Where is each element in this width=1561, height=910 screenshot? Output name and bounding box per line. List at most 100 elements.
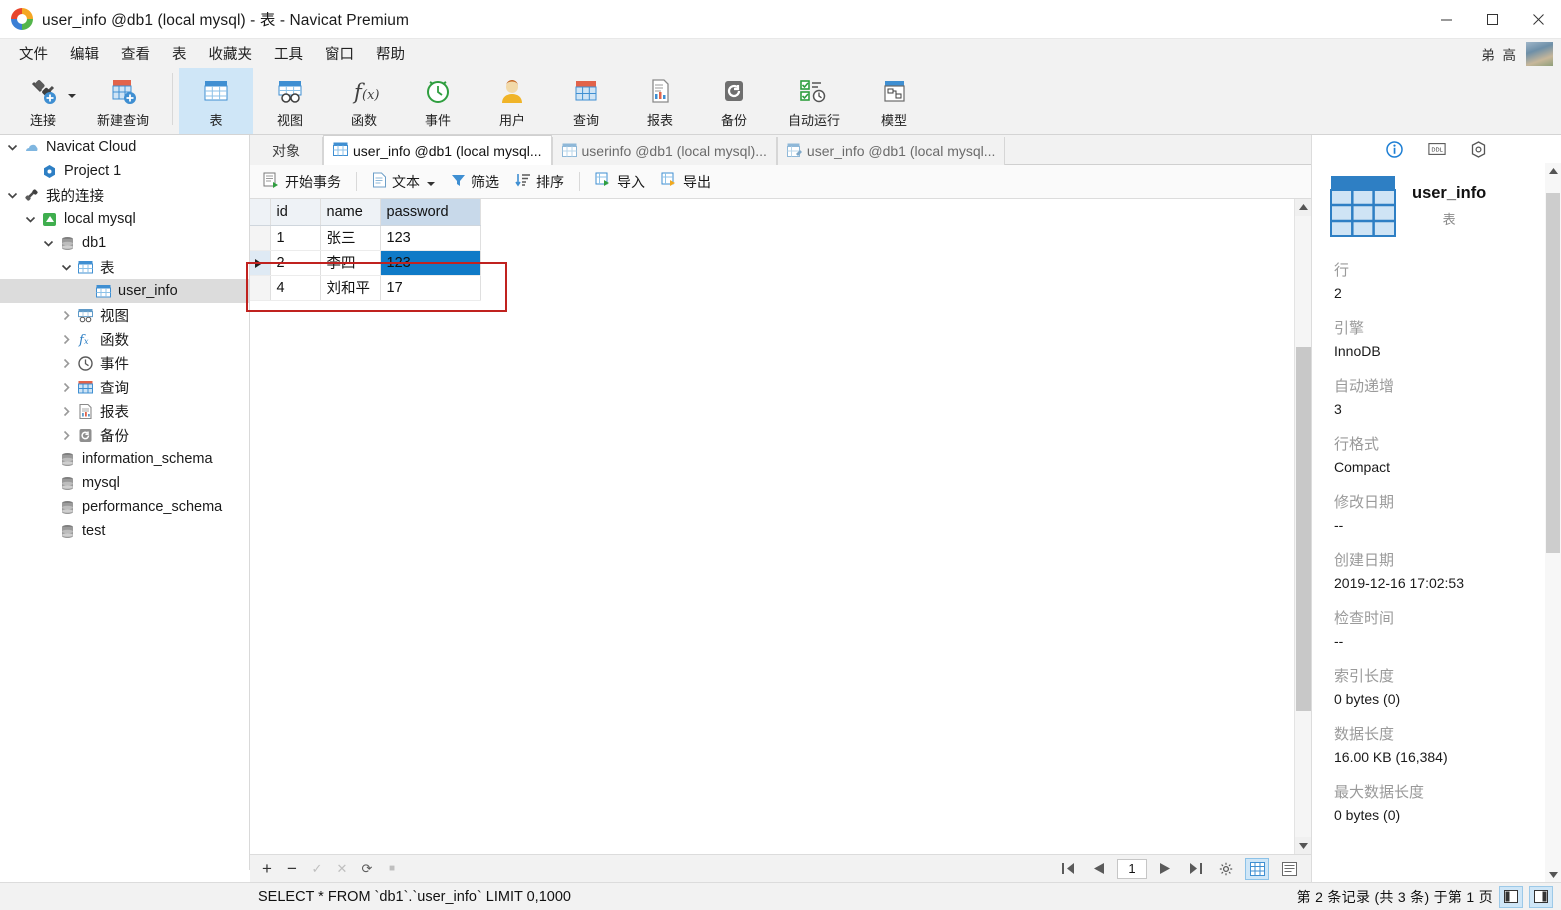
scrollbar-thumb[interactable] (1296, 347, 1311, 711)
toggle-left-panel-button[interactable] (1499, 885, 1523, 908)
tree-node-[interactable]: 报表 (0, 399, 249, 423)
twisty-icon[interactable] (42, 525, 55, 538)
export-button[interactable]: 导出 (654, 169, 718, 195)
column-header-name[interactable]: name (320, 199, 381, 226)
tree-node-mysql[interactable]: mysql (0, 471, 249, 495)
twisty-icon[interactable] (60, 357, 73, 370)
scroll-up-icon[interactable] (1295, 199, 1311, 216)
scroll-up-icon[interactable] (1545, 163, 1561, 179)
menu-view[interactable]: 查看 (110, 39, 161, 68)
tree-node-NavicatCloud[interactable]: Navicat Cloud (0, 135, 249, 159)
menu-window[interactable]: 窗口 (314, 39, 365, 68)
twisty-icon[interactable] (60, 405, 73, 418)
text-button[interactable]: 文本 (365, 169, 442, 195)
ribbon-automation-button[interactable]: 自动运行 (771, 68, 857, 134)
refresh-button[interactable]: ⟳ (356, 858, 378, 880)
tab-objects[interactable]: 对象 (250, 137, 323, 165)
data-grid[interactable]: id name password 1 张三 123 2 李四 123 4 刘和平 17 (250, 199, 1311, 854)
cancel-edit-button[interactable]: ✕ (331, 858, 353, 880)
ribbon-backup-button[interactable]: 备份 (697, 68, 771, 134)
confirm-edit-button[interactable]: ✓ (306, 858, 328, 880)
twisty-icon[interactable] (24, 213, 37, 226)
table-row[interactable]: 4 刘和平 17 (250, 275, 481, 301)
menu-help[interactable]: 帮助 (365, 39, 416, 68)
tab-userinfo-data[interactable]: userinfo @db1 (local mysql)... (551, 137, 777, 165)
twisty-icon[interactable] (78, 285, 91, 298)
tree-node-[interactable]: f x 函数 (0, 327, 249, 351)
twisty-icon[interactable] (6, 189, 19, 202)
grid-vertical-scrollbar[interactable] (1294, 199, 1311, 854)
menu-file[interactable]: 文件 (8, 39, 59, 68)
ribbon-table-button[interactable]: 表 (179, 68, 253, 134)
tree-node-[interactable]: 查询 (0, 375, 249, 399)
tree-node-performance_schema[interactable]: performance_schema (0, 495, 249, 519)
tree-node-information_schema[interactable]: information_schema (0, 447, 249, 471)
cell-id[interactable]: 4 (270, 275, 321, 301)
minimize-button[interactable] (1423, 0, 1469, 39)
info-panel-scrollbar[interactable] (1545, 163, 1561, 882)
grid-view-toggle[interactable] (1245, 857, 1269, 880)
tree-node-[interactable]: 我的连接 (0, 183, 249, 207)
table-row[interactable]: 2 李四 123 (250, 250, 481, 276)
tab-user-info-design[interactable]: user_info @db1 (local mysql... (776, 137, 1006, 165)
tree-node-[interactable]: 备份 (0, 423, 249, 447)
tree-node-db1[interactable]: db1 (0, 231, 249, 255)
import-button[interactable]: 导入 (588, 169, 652, 195)
column-header-id[interactable]: id (270, 199, 321, 226)
ribbon-view-button[interactable]: 视图 (253, 68, 327, 134)
ribbon-model-button[interactable]: 模型 (857, 68, 931, 134)
cell-password[interactable]: 123 (380, 225, 481, 251)
ribbon-function-button[interactable]: f (x) 函数 (327, 68, 401, 134)
chevron-down-icon[interactable] (427, 174, 435, 190)
tree-node-user_info[interactable]: user_info (0, 279, 249, 303)
tab-user-info-data[interactable]: user_info @db1 (local mysql... (323, 135, 552, 165)
row-marker[interactable] (250, 250, 271, 276)
row-marker[interactable] (250, 275, 271, 301)
grid-settings-button[interactable] (1215, 858, 1237, 880)
ddl-icon[interactable]: DDL (1427, 140, 1446, 158)
scroll-down-icon[interactable] (1295, 837, 1311, 854)
column-header-password[interactable]: password (380, 199, 481, 226)
twisty-icon[interactable] (60, 429, 73, 442)
twisty-icon[interactable] (42, 453, 55, 466)
filter-button[interactable]: 筛选 (444, 169, 506, 195)
cell-password[interactable]: 17 (380, 275, 481, 301)
cell-id[interactable]: 2 (270, 250, 321, 276)
twisty-icon[interactable] (42, 477, 55, 490)
row-marker[interactable] (250, 225, 271, 251)
delete-record-button[interactable]: − (281, 858, 303, 880)
form-view-toggle[interactable] (1277, 858, 1301, 880)
twisty-icon[interactable] (42, 237, 55, 250)
avatar[interactable] (1526, 41, 1553, 66)
user-area[interactable]: 弟 高 (1481, 41, 1561, 66)
ribbon-event-button[interactable]: 事件 (401, 68, 475, 134)
preference-icon[interactable] (1470, 140, 1488, 158)
menu-favorites[interactable]: 收藏夹 (198, 39, 264, 68)
tree-node-[interactable]: 视图 (0, 303, 249, 327)
menu-table[interactable]: 表 (161, 39, 198, 68)
maximize-button[interactable] (1469, 0, 1515, 39)
menu-tools[interactable]: 工具 (263, 39, 314, 68)
twisty-icon[interactable] (60, 333, 73, 346)
previous-page-button[interactable] (1087, 858, 1109, 880)
twisty-icon[interactable] (60, 381, 73, 394)
cell-name[interactable]: 刘和平 (320, 275, 381, 301)
object-tree[interactable]: Navicat Cloud Project 1 我的连接 local mysql db1… (0, 135, 250, 870)
tree-node-[interactable]: 表 (0, 255, 249, 279)
tree-node-Project1[interactable]: Project 1 (0, 159, 249, 183)
next-page-button[interactable] (1155, 858, 1177, 880)
add-record-button[interactable]: + (256, 858, 278, 880)
tree-node-[interactable]: 事件 (0, 351, 249, 375)
twisty-icon[interactable] (60, 261, 73, 274)
sort-button[interactable]: 排序 (508, 169, 571, 195)
ribbon-new-query-button[interactable]: 新建查询 (80, 68, 166, 134)
cell-name[interactable]: 李四 (320, 250, 381, 276)
twisty-icon[interactable] (60, 309, 73, 322)
chevron-down-icon[interactable] (68, 94, 76, 98)
twisty-icon[interactable] (24, 165, 37, 178)
begin-transaction-button[interactable]: 开始事务 (256, 169, 348, 195)
ribbon-query-button[interactable]: 查询 (549, 68, 623, 134)
close-button[interactable] (1515, 0, 1561, 39)
ribbon-connection-button[interactable]: 连接 (6, 68, 80, 134)
result-table[interactable]: id name password 1 张三 123 2 李四 123 4 刘和平 17 (250, 199, 481, 301)
